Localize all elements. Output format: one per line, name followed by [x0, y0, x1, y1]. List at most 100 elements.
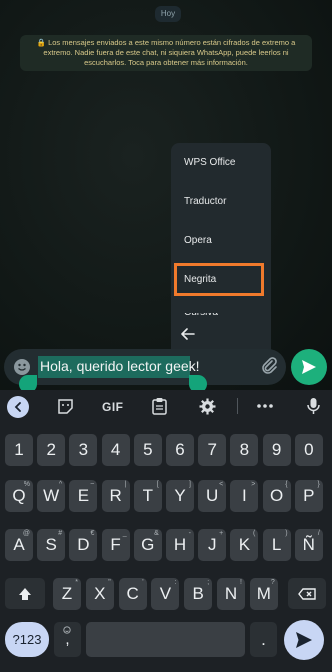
- key-alt-label: }: [317, 481, 320, 488]
- gif-button[interactable]: GIF: [102, 400, 124, 414]
- key-o[interactable]: O{: [262, 480, 291, 512]
- key-alt-label: ^: [58, 481, 63, 488]
- key-j[interactable]: J +: [198, 529, 227, 561]
- space-key[interactable]: [86, 622, 245, 657]
- mic-icon[interactable]: [307, 397, 320, 415]
- key-0[interactable]: 0: [294, 434, 323, 466]
- key-h[interactable]: H-: [166, 529, 194, 561]
- key-label: W: [43, 486, 60, 505]
- key-alt-label: %: [23, 481, 30, 488]
- key-c[interactable]: C ': [118, 578, 147, 610]
- key-4[interactable]: 4: [101, 434, 130, 466]
- key-alt-label: |: [124, 481, 127, 488]
- key-q[interactable]: Q%: [5, 480, 33, 512]
- key-d[interactable]: D €: [69, 529, 98, 561]
- send-button[interactable]: [291, 349, 327, 385]
- key-label: K: [238, 535, 251, 554]
- backspace-icon: [298, 587, 316, 600]
- key-label: 4: [110, 440, 121, 459]
- key-alt-label: ': [142, 579, 144, 586]
- key-alt-label: (: [253, 530, 256, 537]
- key-ñ[interactable]: Ñ /: [294, 529, 323, 561]
- key-label: 8: [239, 440, 250, 459]
- shift-icon: [19, 587, 31, 600]
- period-key[interactable]: .: [250, 622, 277, 657]
- key-p[interactable]: P}: [294, 480, 323, 512]
- key-5[interactable]: 5: [133, 434, 162, 466]
- keyboard-send-key[interactable]: [284, 620, 324, 660]
- key-u[interactable]: U <: [198, 480, 227, 512]
- arrow-left-icon[interactable]: [181, 327, 195, 341]
- key-alt-label: _: [122, 530, 127, 537]
- gear-icon[interactable]: [199, 398, 216, 415]
- menu-item-wps-office[interactable]: WPS Office: [184, 157, 236, 168]
- key-alt-label: +: [219, 530, 224, 537]
- key-b[interactable]: B;: [184, 578, 213, 610]
- paperclip-icon[interactable]: [260, 356, 278, 374]
- key-label: V: [159, 584, 172, 603]
- key-label: S: [45, 535, 57, 554]
- key-label: B: [192, 584, 204, 603]
- key-w[interactable]: W ^: [37, 480, 66, 512]
- key-l[interactable]: L): [262, 529, 291, 561]
- key-alt-label: >: [251, 481, 256, 488]
- key-g[interactable]: G &: [133, 529, 162, 561]
- key-alt-label: <: [219, 481, 224, 488]
- key-label: 3: [78, 440, 89, 459]
- key-label: Y: [174, 486, 186, 505]
- key-alt-label: ?: [270, 579, 275, 586]
- key-a[interactable]: A @: [5, 529, 33, 561]
- sticker-icon[interactable]: [57, 398, 74, 415]
- key-alt-label: ): [285, 530, 288, 537]
- key-label: M: [256, 584, 271, 603]
- key-s[interactable]: S #: [37, 529, 66, 561]
- key-alt-label: !: [240, 579, 242, 586]
- key-label: C: [126, 584, 139, 603]
- key-7[interactable]: 7: [198, 434, 227, 466]
- key-label: D: [77, 535, 90, 554]
- key-e[interactable]: E ~: [69, 480, 98, 512]
- send-icon: [302, 360, 316, 374]
- clipboard-icon[interactable]: [151, 397, 168, 415]
- key-k[interactable]: K(: [230, 529, 259, 561]
- key-alt-label: @: [22, 530, 30, 537]
- message-text[interactable]: Hola, querido lector geek!: [40, 358, 200, 374]
- key-i[interactable]: I >: [230, 480, 259, 512]
- send-icon: [296, 632, 312, 648]
- key-v[interactable]: V:: [151, 578, 180, 610]
- comma-key[interactable]: ,: [54, 622, 81, 657]
- key-alt-label: ~: [90, 481, 95, 488]
- encryption-notice[interactable]: 🔒 Los mensajes enviados a este mismo núm…: [20, 35, 312, 71]
- key-alt-label: #: [58, 530, 63, 537]
- keyboard-back-button[interactable]: [7, 396, 29, 418]
- key-alt-label: €: [90, 530, 95, 537]
- key-z[interactable]: Z *: [53, 578, 81, 610]
- key-f[interactable]: F _: [101, 529, 130, 561]
- shift-key[interactable]: [5, 578, 45, 609]
- key-2[interactable]: 2: [37, 434, 66, 466]
- key-y[interactable]: Y]: [166, 480, 194, 512]
- key-alt-label: ]: [189, 481, 191, 488]
- key-alt-label: /: [317, 530, 320, 537]
- key-label: H: [173, 535, 187, 554]
- key-n[interactable]: N!: [217, 578, 245, 610]
- key-6[interactable]: 6: [166, 434, 194, 466]
- key-m[interactable]: M?: [249, 578, 278, 610]
- key-label: E: [77, 486, 90, 505]
- backspace-key[interactable]: [288, 578, 326, 609]
- key-t[interactable]: T[: [133, 480, 162, 512]
- emoji-icon[interactable]: [14, 359, 30, 375]
- emoji-shortcut-icon: [63, 626, 71, 634]
- key-8[interactable]: 8: [230, 434, 259, 466]
- more-icon[interactable]: [257, 403, 273, 409]
- symbols-key[interactable]: ?123: [5, 622, 49, 657]
- menu-item-opera[interactable]: Opera: [184, 235, 212, 246]
- key-label: I: [242, 486, 247, 505]
- key-1[interactable]: 1: [5, 434, 33, 466]
- key-x[interactable]: X ": [85, 578, 114, 610]
- key-alt-label: :: [174, 579, 177, 586]
- key-3[interactable]: 3: [69, 434, 98, 466]
- key-r[interactable]: R |: [101, 480, 130, 512]
- menu-item-traductor[interactable]: Traductor: [184, 196, 226, 207]
- key-9[interactable]: 9: [262, 434, 291, 466]
